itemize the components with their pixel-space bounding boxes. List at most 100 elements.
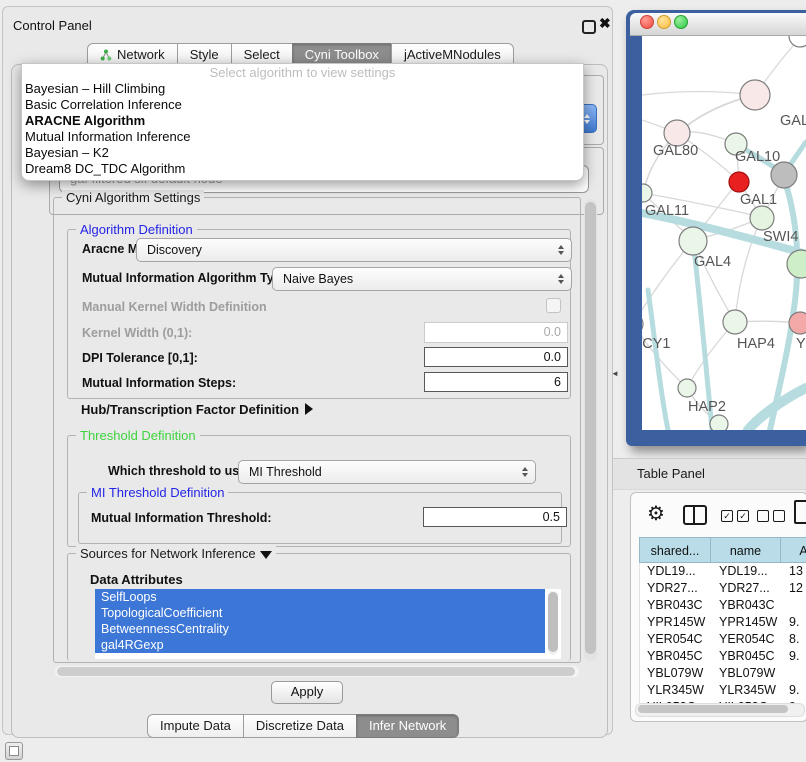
table-row[interactable]: YLR345WYLR345W9. [640, 682, 806, 699]
network-node-label: SWI4 [763, 229, 798, 245]
manual-kernel-checkbox[interactable] [546, 298, 561, 313]
table-row[interactable]: YER054CYER054C8. [640, 631, 806, 648]
minimized-panel-button[interactable] [5, 742, 23, 760]
table-row[interactable]: YDR27...YDR27...12 [640, 580, 806, 597]
threshold-definition-group: Threshold Definition Which threshold to … [67, 435, 571, 547]
network-node[interactable] [678, 379, 696, 397]
tab-network-label: Network [117, 47, 165, 62]
tab-infer-network[interactable]: Infer Network [356, 714, 459, 738]
mi-threshold-legend: MI Threshold Definition [87, 485, 228, 500]
network-node[interactable] [771, 162, 797, 188]
network-node[interactable] [750, 206, 774, 230]
tab-impute-data[interactable]: Impute Data [147, 714, 244, 738]
data-attribute-item[interactable]: gal4RGexp [95, 637, 545, 653]
network-node-label: GAL11 [645, 203, 689, 219]
dropdown-item[interactable]: Bayesian – Hill Climbing [22, 81, 583, 97]
float-window-icon[interactable] [582, 20, 596, 34]
table-cell [782, 597, 806, 614]
network-node[interactable] [740, 80, 770, 110]
list-scrollbar[interactable] [548, 591, 558, 655]
table-column-header[interactable]: shared... [639, 537, 711, 563]
network-node-label: GCY1 [642, 336, 671, 352]
network-node-label: GAL4 [694, 254, 731, 270]
network-node[interactable] [729, 172, 749, 192]
network-canvas[interactable]: GALGAL80GAL10GAL1GAL11SWI4GAL4GCY1HAP4YH… [642, 36, 806, 430]
panel-splitter-handle[interactable]: ◄ [611, 369, 619, 378]
network-node[interactable] [789, 312, 806, 334]
network-edge-thick[interactable] [648, 290, 668, 430]
table-column-header[interactable]: name [711, 537, 781, 563]
data-attribute-item[interactable]: TopologicalCoefficient [95, 605, 545, 621]
table-cell: YBR043C [712, 597, 782, 614]
network-node-label: Y [796, 336, 806, 352]
close-icon[interactable]: ✖ [599, 15, 611, 32]
window-close-icon[interactable] [640, 15, 654, 29]
mi-algorithm-type-combobox[interactable]: Naive Bayes [272, 267, 572, 291]
network-node[interactable] [679, 227, 707, 255]
table-cell: 9. [782, 648, 806, 665]
aracne-mode-combobox[interactable]: Discovery [136, 238, 572, 262]
network-window-titlebar[interactable] [630, 13, 806, 36]
dpi-tolerance-label: DPI Tolerance [0,1]: [82, 351, 198, 365]
mi-threshold-field[interactable]: 0.5 [423, 507, 567, 527]
window-zoom-icon[interactable] [674, 15, 688, 29]
network-graph: GALGAL80GAL10GAL1GAL11SWI4GAL4GCY1HAP4YH… [642, 36, 806, 430]
table-cell: YDL19... [712, 563, 782, 580]
hub-definition-disclosure[interactable]: Hub/Transcription Factor Definition [81, 402, 313, 417]
network-node[interactable] [710, 415, 728, 430]
columns-icon[interactable] [683, 505, 707, 525]
sources-legend[interactable]: Sources for Network Inference [76, 546, 276, 561]
network-node-label: GAL [780, 113, 806, 129]
gear-icon[interactable]: ⚙ [647, 501, 665, 526]
table-toolbar: ⚙ ✓✓ [631, 493, 806, 537]
table-cell: YLR345W [640, 682, 712, 699]
tab-discretize-data[interactable]: Discretize Data [243, 714, 357, 738]
network-node[interactable] [642, 184, 652, 202]
network-node[interactable] [642, 314, 643, 334]
dpi-tolerance-field[interactable]: 0.0 [424, 347, 568, 367]
table-row[interactable]: YBR043CYBR043C [640, 597, 806, 614]
export-table-icon[interactable] [794, 500, 806, 524]
select-all-columns-icon[interactable]: ✓✓ [721, 510, 749, 522]
network-edge[interactable] [642, 324, 687, 388]
dropdown-item[interactable]: Bayesian – K2 [22, 145, 583, 161]
table-column-header[interactable]: A [781, 537, 806, 563]
deselect-all-columns-icon[interactable] [757, 510, 785, 522]
table-cell: YBR045C [640, 648, 712, 665]
mi-type-label: Mutual Information Algorithm Type: [82, 271, 292, 285]
table-panel-card: ⚙ ✓✓ shared...nameA YDL19...YDL19...13YD… [630, 492, 806, 722]
control-panel-title: Control Panel [13, 18, 92, 33]
table-row[interactable]: YBR045CYBR045C9. [640, 648, 806, 665]
dropdown-item[interactable]: Basic Correlation Inference [22, 97, 583, 113]
table-cell: YPR145W [712, 614, 782, 631]
which-threshold-combobox[interactable]: MI Threshold [238, 460, 536, 484]
network-node[interactable] [789, 36, 806, 47]
network-edge[interactable] [642, 92, 755, 96]
kernel-width-field[interactable]: 0.0 [424, 322, 568, 343]
dropdown-item[interactable]: Dream8 DC_TDC Algorithm [22, 161, 583, 177]
data-attribute-item[interactable]: BetweennessCentrality [95, 621, 545, 637]
disclosure-right-icon [305, 403, 313, 415]
network-node-label: HAP2 [688, 399, 726, 415]
table-row[interactable]: YPR145WYPR145W9. [640, 614, 806, 631]
table-panel-bar: Table Panel [613, 458, 806, 490]
dropdown-item[interactable]: Mutual Information Inference [22, 129, 583, 145]
table-panel-title: Table Panel [637, 466, 705, 481]
table-cell: YBL079W [640, 665, 712, 682]
table-row[interactable]: YDL19...YDL19...13 [640, 563, 806, 580]
network-node[interactable] [723, 310, 747, 334]
data-attribute-item[interactable]: SelfLoops [95, 589, 545, 605]
apply-button[interactable]: Apply [271, 681, 343, 704]
disclosure-down-icon [260, 551, 272, 559]
window-minimize-icon[interactable] [657, 15, 671, 29]
table-row[interactable]: YBL079WYBL079W [640, 665, 806, 682]
dropdown-item-highlighted[interactable]: ARACNE Algorithm [22, 113, 583, 129]
mi-steps-field[interactable]: 6 [424, 372, 568, 392]
table-horizontal-scrollbar[interactable] [635, 703, 805, 717]
dropdown-placeholder: Select algorithm to view settings [22, 64, 583, 81]
settings-horizontal-scrollbar[interactable] [55, 666, 579, 677]
settings-vertical-scrollbar[interactable] [584, 199, 597, 661]
screen: Control Panel ✖ Network Style Select Cyn… [0, 0, 806, 762]
network-node[interactable] [787, 250, 806, 278]
threshold-definition-legend: Threshold Definition [76, 428, 200, 443]
